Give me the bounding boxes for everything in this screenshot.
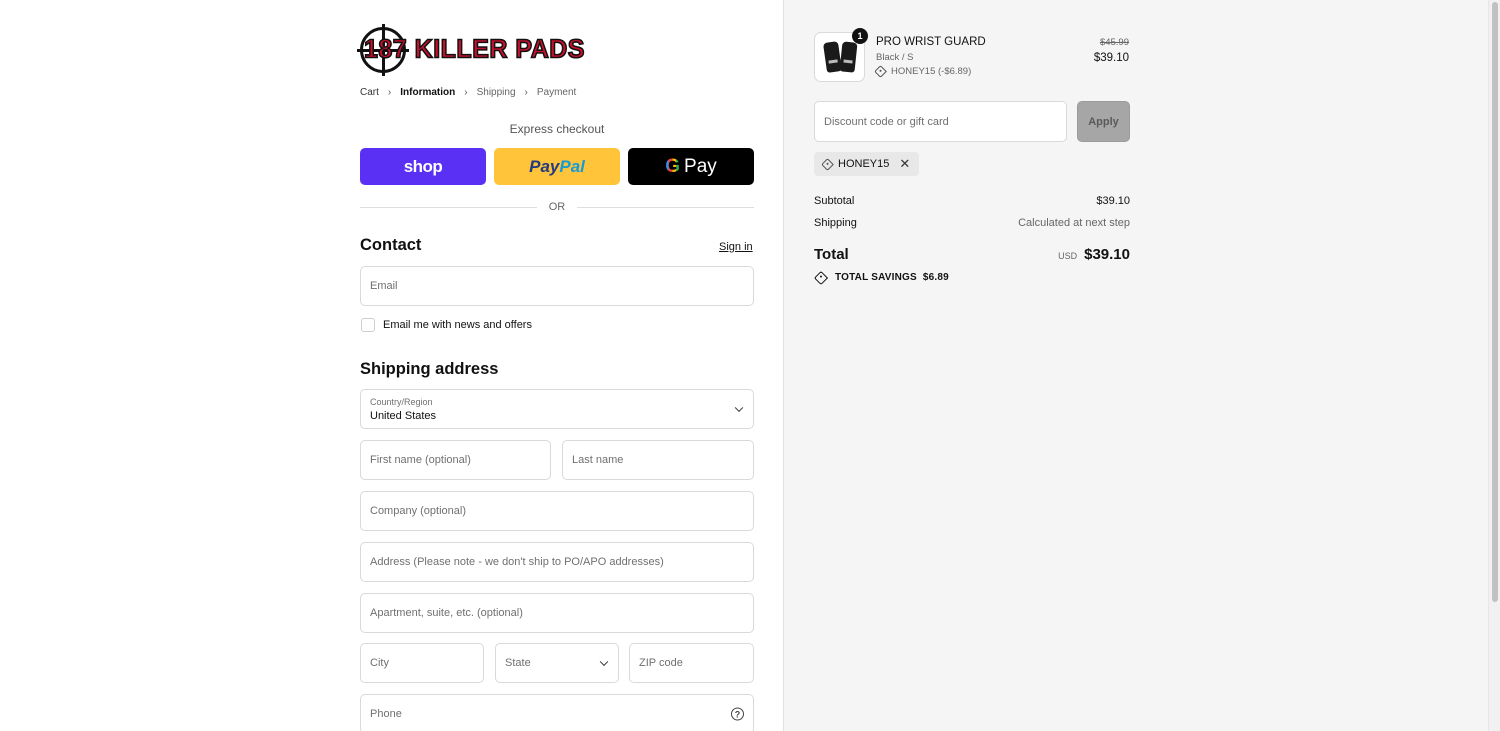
country-select[interactable]: Country/Region United States	[360, 389, 754, 429]
divider-line	[577, 206, 754, 208]
total-value-group: USD $39.10	[1058, 246, 1130, 263]
product-variant: Black / S	[876, 52, 914, 63]
breadcrumb-shipping: Shipping	[476, 87, 516, 98]
city-field[interactable]: City	[360, 643, 484, 683]
paypal-label-pal: Pal	[559, 156, 585, 176]
email-field[interactable]: Email	[360, 266, 754, 306]
first-name-field[interactable]: First name (optional)	[360, 440, 551, 480]
total-amount: $39.10	[1084, 246, 1130, 263]
apartment-field[interactable]: Apartment, suite, etc. (optional)	[360, 593, 754, 633]
close-icon[interactable]: ✕	[899, 156, 910, 172]
phone-placeholder: Phone	[370, 708, 402, 720]
tag-icon	[821, 157, 834, 171]
google-pay-label: Pay	[684, 155, 717, 177]
apply-discount-button[interactable]: Apply	[1077, 101, 1130, 142]
tag-icon	[813, 270, 829, 285]
breadcrumb-payment: Payment	[536, 87, 577, 98]
logo-wordmark: 187 KILLER PADS	[363, 33, 585, 64]
shipping-address-heading: Shipping address	[360, 360, 499, 378]
newsletter-label: Email me with news and offers	[383, 319, 532, 331]
state-select[interactable]: State	[495, 643, 619, 683]
shipping-row: Shipping Calculated at next step	[814, 217, 1130, 229]
contact-heading: Contact	[360, 236, 422, 254]
breadcrumb: Cart › Information › Shipping › Payment	[360, 87, 576, 98]
country-label: Country/Region	[370, 397, 433, 407]
tag-icon	[874, 65, 887, 78]
newsletter-option[interactable]: Email me with news and offers	[361, 318, 532, 332]
shipping-label: Shipping	[814, 217, 857, 229]
divider-line	[360, 206, 537, 208]
zip-field[interactable]: ZIP code	[629, 643, 754, 683]
sign-in-link[interactable]: Sign in	[719, 241, 753, 253]
savings-label: TOTAL SAVINGS	[835, 272, 917, 283]
savings-value: $6.89	[922, 272, 949, 283]
newsletter-checkbox[interactable]	[361, 318, 375, 332]
product-discount-label: HONEY15 (-$6.89)	[891, 66, 972, 77]
total-label: Total	[814, 246, 849, 263]
country-value: United States	[370, 410, 437, 422]
applied-code-label: HONEY15	[838, 158, 890, 170]
shop-pay-button[interactable]: shop	[360, 148, 486, 185]
help-icon[interactable]: ?	[731, 707, 744, 721]
express-checkout-title: Express checkout	[509, 122, 605, 136]
google-pay-button[interactable]: G Pay	[628, 148, 754, 185]
google-g-icon: G	[665, 155, 681, 177]
or-divider: OR	[360, 200, 754, 214]
chevron-right-icon: ›	[524, 87, 528, 98]
product-original-price: $45.99	[1099, 37, 1129, 48]
breadcrumb-information: Information	[400, 87, 456, 98]
last-name-field[interactable]: Last name	[562, 440, 754, 480]
or-label: OR	[548, 201, 566, 213]
company-field[interactable]: Company (optional)	[360, 491, 754, 531]
subtotal-value: $39.10	[1096, 195, 1130, 207]
product-discount: HONEY15 (-$6.89)	[874, 65, 972, 78]
chevron-down-icon	[734, 403, 744, 413]
scrollbar-thumb[interactable]	[1492, 2, 1498, 602]
chevron-right-icon: ›	[387, 87, 392, 98]
phone-field[interactable]: Phone ?	[360, 694, 754, 731]
chevron-down-icon	[599, 657, 609, 667]
glove-right-image	[839, 41, 858, 73]
shipping-value: Calculated at next step	[1018, 217, 1130, 229]
applied-discount-chip: HONEY15 ✕	[814, 152, 920, 176]
discount-code-input[interactable]: Discount code or gift card	[814, 101, 1067, 142]
brand-logo[interactable]: 187 KILLER PADS	[357, 24, 585, 76]
state-placeholder: State	[505, 657, 531, 669]
product-price: $39.10	[1093, 52, 1129, 64]
paypal-label-pay: Pay	[529, 156, 560, 176]
address-field[interactable]: Address (Please note - we don't ship to …	[360, 542, 754, 582]
chevron-right-icon: ›	[464, 87, 468, 98]
total-row: Total USD $39.10	[814, 246, 1130, 263]
paypal-button[interactable]: Pay Pal	[494, 148, 620, 185]
breadcrumb-cart[interactable]: Cart	[360, 87, 379, 98]
total-currency: USD	[1058, 251, 1078, 261]
shop-pay-label: shop	[403, 156, 443, 176]
subtotal-label: Subtotal	[814, 195, 855, 207]
page-scrollbar[interactable]	[1488, 0, 1500, 731]
subtotal-row: Subtotal $39.10	[814, 195, 1130, 207]
quantity-badge: 1	[852, 28, 868, 44]
total-savings: TOTAL SAVINGS $6.89	[813, 270, 949, 285]
product-name: PRO WRIST GUARD	[876, 36, 986, 48]
